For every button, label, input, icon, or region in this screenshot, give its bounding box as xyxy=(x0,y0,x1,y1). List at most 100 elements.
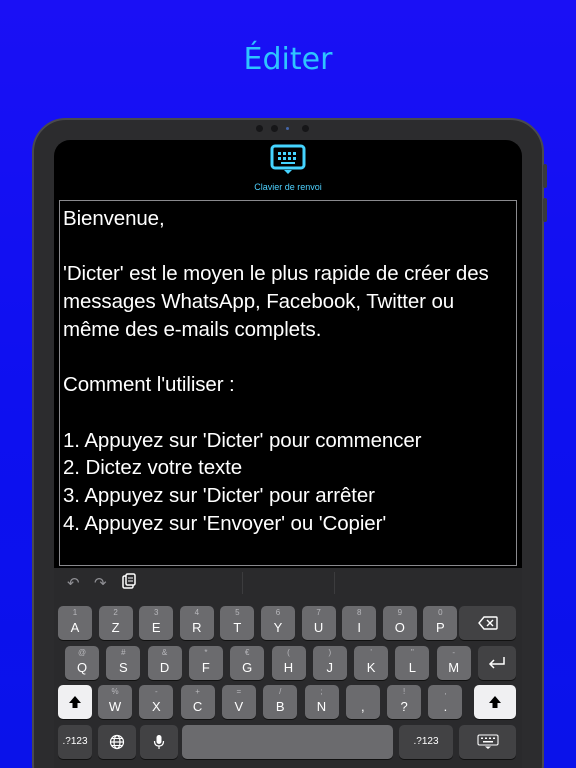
key-main-label: F xyxy=(201,660,210,675)
key-row3-7[interactable]: !? xyxy=(387,685,422,719)
dismiss-keyboard-key[interactable] xyxy=(459,725,516,759)
key-main-label: B xyxy=(275,699,285,714)
key-row1-1[interactable]: 2Z xyxy=(98,606,133,640)
key-main-label: M xyxy=(448,660,460,675)
microphone-icon xyxy=(153,735,165,749)
shift-key-left[interactable] xyxy=(58,685,92,719)
key-alt-label: @ xyxy=(77,648,87,657)
key-main-label: D xyxy=(159,660,170,675)
key-main-label: Q xyxy=(76,660,88,675)
key-row2-6[interactable]: ) J xyxy=(312,646,347,680)
key-main-label: T xyxy=(233,620,242,635)
key-row3-3[interactable]: = V xyxy=(221,685,256,719)
key-row3-2[interactable]: + C xyxy=(180,685,215,719)
key-row1-3[interactable]: 4R xyxy=(179,606,214,640)
key-alt-label: 1 xyxy=(72,608,78,617)
key-alt-label: ) xyxy=(328,648,332,657)
key-row3-0[interactable]: % W xyxy=(98,685,132,719)
key-alt-label: ' xyxy=(370,648,372,657)
key-alt-label: & xyxy=(161,648,168,657)
key-alt-label: ; xyxy=(320,687,323,696)
key-alt-label: - xyxy=(452,648,456,657)
tablet-frame: Clavier de renvoi Bienvenue, 'Dicter' es… xyxy=(32,118,547,768)
shift-key-right[interactable] xyxy=(474,685,516,719)
message-text-area[interactable]: Bienvenue, 'Dicter' est le moyen le plus… xyxy=(59,200,517,566)
app-screen: Clavier de renvoi Bienvenue, 'Dicter' es… xyxy=(54,140,522,768)
key-main-label: , xyxy=(360,699,365,714)
key-main-label: C xyxy=(192,699,203,714)
volume-up-button xyxy=(543,164,547,188)
redo-icon[interactable]: ↷ xyxy=(94,574,107,592)
key-row2-0[interactable]: @ Q xyxy=(65,646,99,680)
keyboard-icon[interactable] xyxy=(270,144,306,176)
key-main-label: J xyxy=(326,660,334,675)
key-row3-6[interactable]: , xyxy=(345,685,380,719)
key-row2-8[interactable]: " L xyxy=(395,646,430,680)
space-bar[interactable] xyxy=(182,725,393,759)
key-main-label: X xyxy=(151,699,161,714)
key-main-label: S xyxy=(118,660,128,675)
shortcut-bar: ↶ ↷ xyxy=(54,568,522,600)
numbers-key-right[interactable]: .?123 xyxy=(399,725,453,759)
camera-bar xyxy=(252,124,328,134)
key-row2-4[interactable]: € G xyxy=(230,646,265,680)
key-row3-1[interactable]: -X xyxy=(139,685,174,719)
globe-key[interactable] xyxy=(98,725,136,759)
key-main-label: O xyxy=(394,620,405,635)
on-screen-keyboard: ↶ ↷ 1A2Z3E4R5T6Y7U8I9O0P @ Q # S & D * F € G(H) J '… xyxy=(54,568,522,768)
key-alt-label: 0 xyxy=(438,608,443,617)
key-alt-label: / xyxy=(279,687,282,696)
shift-icon xyxy=(69,696,81,708)
key-row2-9[interactable]: -M xyxy=(436,646,471,680)
key-main-label: K xyxy=(366,660,376,675)
volume-down-button xyxy=(543,198,547,222)
globe-icon xyxy=(109,734,125,750)
key-row1-2[interactable]: 3E xyxy=(139,606,174,640)
key-row1-0[interactable]: 1A xyxy=(58,606,92,640)
key-row2-3[interactable]: * F xyxy=(188,646,223,680)
paste-icon[interactable] xyxy=(122,573,136,593)
key-main-label: N xyxy=(316,699,327,714)
key-row2-5[interactable]: (H xyxy=(271,646,306,680)
return-key[interactable] xyxy=(478,646,516,680)
keyboard-dismiss-icon xyxy=(476,734,499,749)
microphone-key[interactable] xyxy=(140,725,178,759)
key-row3-8[interactable]: ,. xyxy=(428,685,463,719)
shift-icon xyxy=(489,696,501,708)
key-alt-label: ! xyxy=(402,687,406,696)
key-alt-label: 6 xyxy=(275,608,281,617)
undo-icon[interactable]: ↶ xyxy=(67,574,80,592)
backspace-icon xyxy=(477,616,498,630)
key-row1-5[interactable]: 6Y xyxy=(261,606,295,640)
key-main-label: . xyxy=(443,699,448,714)
key-row3-4[interactable]: / B xyxy=(263,685,298,719)
key-alt-label: % xyxy=(111,687,119,696)
key-alt-label: 7 xyxy=(316,608,321,617)
key-main-label: E xyxy=(151,620,161,635)
key-alt-label: ( xyxy=(287,648,290,657)
key-row3-5[interactable]: ; N xyxy=(304,685,339,719)
key-alt-label: , xyxy=(444,687,447,696)
key-main-label: Z xyxy=(111,620,120,635)
page-headline: Éditer xyxy=(243,42,333,77)
key-alt-label: 5 xyxy=(235,608,240,617)
key-alt-label: 2 xyxy=(113,608,118,617)
numbers-key-left[interactable]: .?123 xyxy=(58,725,92,759)
key-row1-6[interactable]: 7U xyxy=(301,606,336,640)
key-row1-7[interactable]: 8I xyxy=(342,606,377,640)
key-main-label: I xyxy=(357,620,361,635)
key-alt-label: 3 xyxy=(153,608,159,617)
key-row1-9[interactable]: 0P xyxy=(423,606,458,640)
key-row2-7[interactable]: ' K xyxy=(354,646,389,680)
key-row2-1[interactable]: # S xyxy=(106,646,141,680)
key-row2-2[interactable]: & D xyxy=(147,646,182,680)
key-main-label: V xyxy=(234,699,244,714)
key-main-label: A xyxy=(70,620,80,635)
key-main-label: U xyxy=(313,620,324,635)
key-alt-label: 4 xyxy=(194,608,200,617)
return-icon xyxy=(488,657,505,669)
key-row1-4[interactable]: 5T xyxy=(220,606,255,640)
key-row1-8[interactable]: 9O xyxy=(382,606,417,640)
key-main-label: Y xyxy=(273,620,283,635)
backspace-key[interactable] xyxy=(459,606,516,640)
